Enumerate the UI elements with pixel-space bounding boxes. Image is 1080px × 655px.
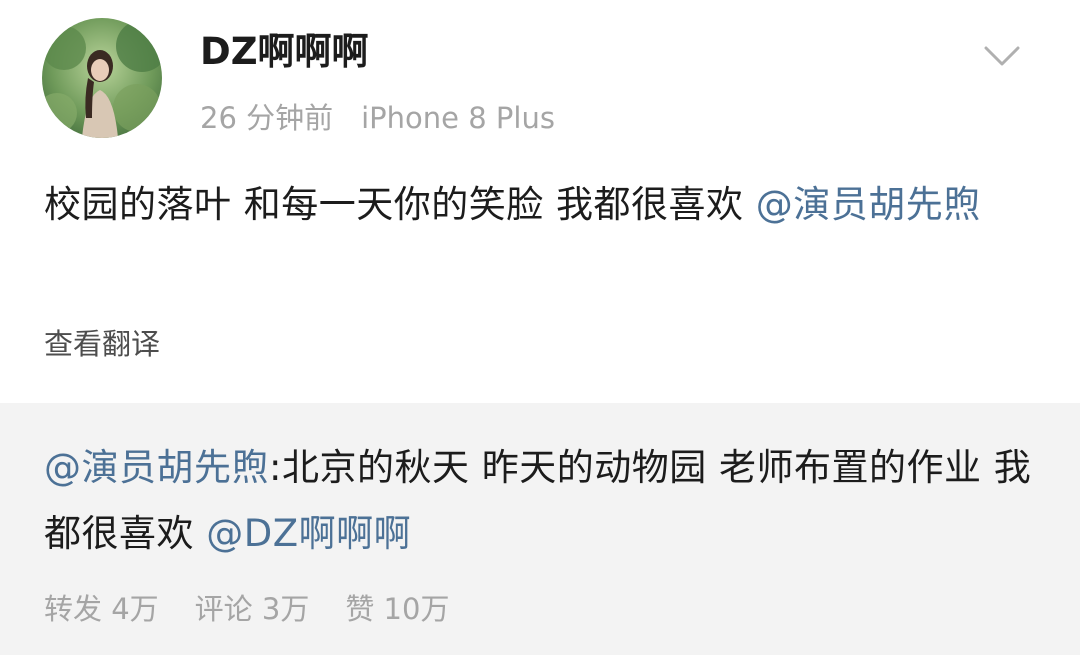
avatar[interactable] bbox=[42, 18, 162, 138]
post-device: iPhone 8 Plus bbox=[361, 101, 555, 135]
repost-stats: 转发 4万 评论 3万 赞 10万 bbox=[44, 587, 485, 631]
comment-count[interactable]: 评论 3万 bbox=[195, 592, 310, 626]
post-meta: 26 分钟前 iPhone 8 Plus bbox=[200, 98, 555, 138]
repost-body: @演员胡先煦:北京的秋天 昨天的动物园 老师布置的作业 我都很喜欢 @DZ啊啊啊 bbox=[44, 435, 1044, 567]
post-body: 校园的落叶 和每一天你的笑脸 我都很喜欢 @演员胡先煦 bbox=[44, 172, 1044, 238]
avatar-photo-icon bbox=[42, 18, 162, 138]
chevron-down-icon[interactable] bbox=[980, 38, 1024, 74]
forward-count[interactable]: 转发 4万 bbox=[44, 592, 159, 626]
repost-author-link[interactable]: @演员胡先煦 bbox=[44, 446, 269, 489]
translate-link[interactable]: 查看翻译 bbox=[44, 322, 160, 366]
mention-link[interactable]: @演员胡先煦 bbox=[756, 183, 981, 226]
username[interactable]: DZ啊啊啊 bbox=[200, 28, 369, 76]
post-time: 26 分钟前 bbox=[200, 101, 334, 135]
post-text: 校园的落叶 和每一天你的笑脸 我都很喜欢 bbox=[44, 183, 756, 226]
repost-block[interactable]: @演员胡先煦:北京的秋天 昨天的动物园 老师布置的作业 我都很喜欢 @DZ啊啊啊… bbox=[0, 403, 1080, 655]
weibo-post: DZ啊啊啊 26 分钟前 iPhone 8 Plus 校园的落叶 和每一天你的笑脸… bbox=[0, 0, 1080, 403]
like-count[interactable]: 赞 10万 bbox=[345, 592, 449, 626]
repost-mention-link[interactable]: @DZ啊啊啊 bbox=[206, 512, 411, 555]
